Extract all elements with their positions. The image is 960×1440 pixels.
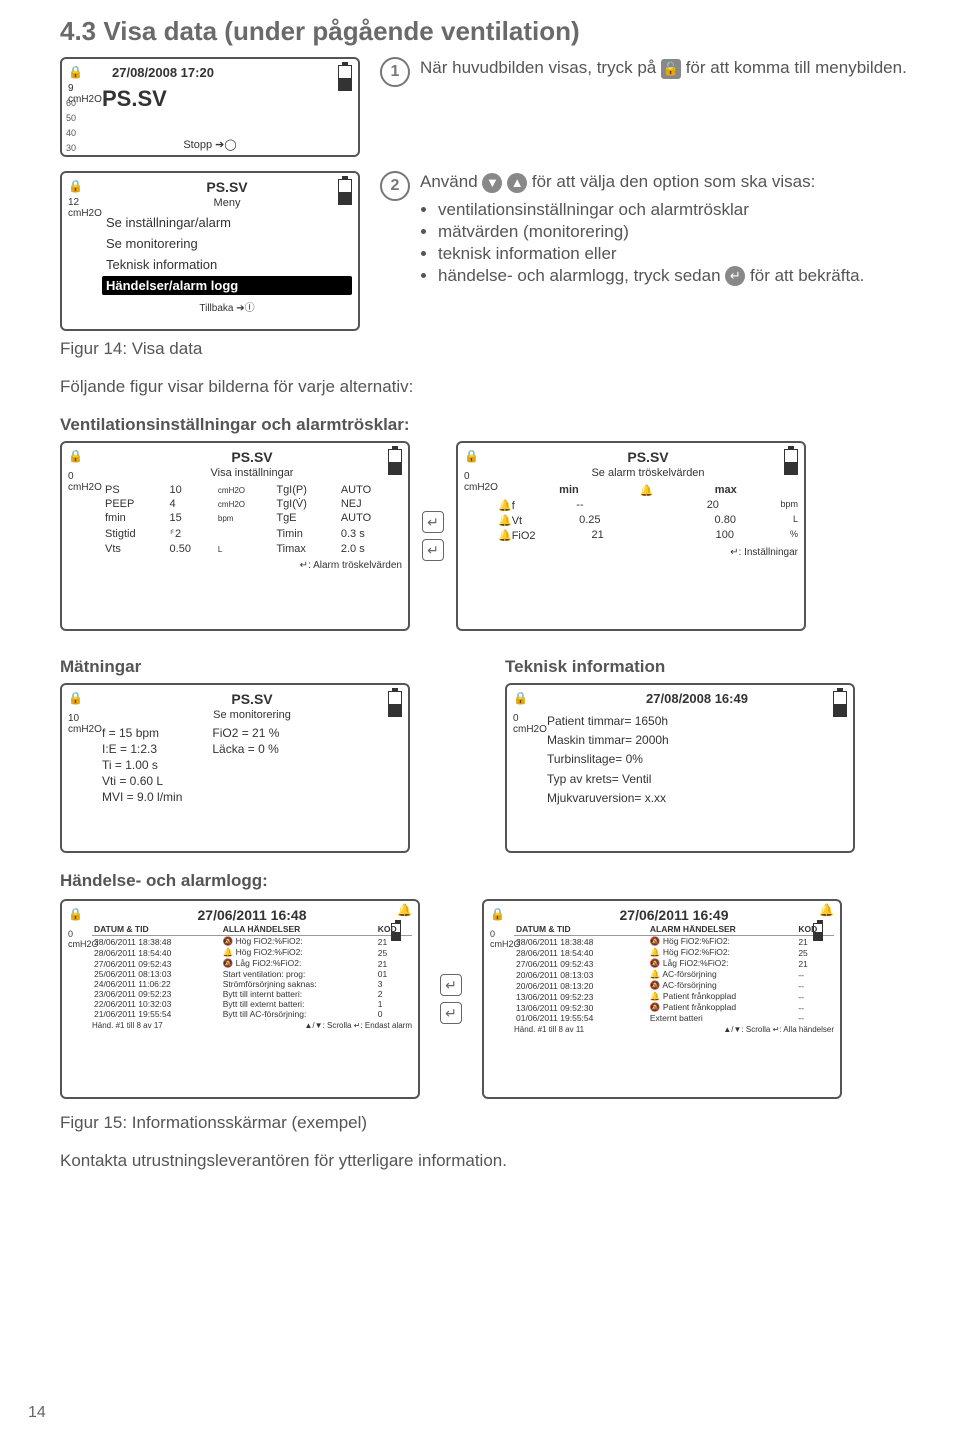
device-log-all: 🔒 🔔 27/06/2011 16:48 0 cmH2O DATUM & TID… (60, 899, 420, 1099)
battery-icon (784, 449, 798, 475)
alt-caption: Följande figur visar bilderna för varje … (60, 377, 930, 397)
intro-text: När huvudbilden visas, tryck på 🔓 för at… (420, 57, 907, 80)
figure-15-caption: Figur 15: Informationsskärmar (exempel) (60, 1113, 930, 1133)
page-number: 14 (28, 1404, 46, 1422)
device-log-alarm: 🔒 🔔 27/06/2011 16:49 0 cmH2O DATUM & TID… (482, 899, 842, 1099)
log-alarm-table: DATUM & TIDALARM HÄNDELSERKOD 28/06/2011… (514, 923, 834, 1023)
battery-icon (833, 691, 847, 717)
closing-text: Kontakta utrustningsleverantören för ytt… (60, 1151, 930, 1171)
measurements-heading: Mätningar (60, 657, 485, 677)
lock-icon: 🔒 (68, 449, 83, 463)
up-icon[interactable]: ▲ (507, 173, 527, 193)
menu-item[interactable]: Teknisk information (102, 255, 352, 274)
step-2-badge: 2 (380, 171, 410, 201)
unlock-icon[interactable]: 🔓 (661, 59, 681, 79)
step2-text: Använd ▼ ▲ för att välja den option som … (420, 171, 930, 194)
enter-icon[interactable]: ↵ (725, 266, 745, 286)
back-label[interactable]: Tillbaka (199, 303, 233, 314)
battery-icon (388, 449, 402, 475)
log-all-datetime: 27/06/2011 16:48 (92, 907, 412, 923)
lock-icon: 🔒 (68, 179, 83, 193)
battery-icon (338, 179, 352, 205)
tech-datetime: 27/08/2008 16:49 (547, 691, 847, 706)
big-mode: PS.SV (102, 86, 352, 112)
down-icon[interactable]: ▼ (482, 173, 502, 193)
menu-item-selected[interactable]: Händelser/alarm logg (102, 276, 352, 295)
tech-heading: Teknisk information (505, 657, 930, 677)
datetime: 27/08/2008 17:20 (112, 65, 352, 80)
lock-icon: 🔒 (513, 691, 528, 705)
menu-item[interactable]: Se inställningar/alarm (102, 213, 352, 232)
lock-icon: 🔒 (490, 907, 505, 921)
nav-side-buttons[interactable]: ↵↵ (422, 511, 444, 561)
log-heading: Händelse- och alarmlogg: (60, 871, 930, 891)
pressure-unit: cmH2O (68, 94, 102, 105)
device-vent-settings: 🔒 PS.SV Visa inställningar 0 cmH2O PS10c… (60, 441, 410, 631)
step2-bullets: ventilationsinställningar och alarmtrösk… (420, 200, 930, 287)
section-heading: 4.3 Visa data (under pågående ventilatio… (60, 16, 930, 47)
log-alarm-datetime: 27/06/2011 16:49 (514, 907, 834, 923)
vent-heading: Ventilationsinställningar och alarmtrösk… (60, 415, 930, 435)
lock-icon: 🔒 (68, 65, 83, 79)
lock-icon: 🔒 (464, 449, 479, 463)
battery-icon (338, 65, 352, 91)
battery-icon (388, 691, 402, 717)
device-measurements: 🔒 PS.SV Se monitorering 10 cmH2O f = 15 … (60, 683, 410, 853)
settings-table: PS10cmH2OTgI(P)AUTO PEEP4cmH2OTgI(V̇)NEJ… (102, 483, 402, 556)
pressure-value: 9 (68, 83, 102, 94)
log-all-table: DATUM & TIDALLA HÄNDELSERKOD 28/06/2011 … (92, 923, 412, 1019)
lock-icon: 🔒 (68, 907, 83, 921)
stop-label: Stopp (183, 139, 212, 151)
figure-14-caption: Figur 14: Visa data (60, 339, 360, 359)
device-main-screen: 🔒 60 50 40 30 27/08/2008 17:20 PS.SV 9 c… (60, 57, 360, 157)
menu-item[interactable]: Se monitorering (102, 234, 352, 253)
lock-icon: 🔒 (68, 691, 83, 705)
nav-side-buttons[interactable]: ↵↵ (440, 899, 462, 1099)
device-tech-info: 🔒 27/08/2008 16:49 0 cmH2O Patient timma… (505, 683, 855, 853)
device-menu-screen: 🔒 12 cmH2O PS.SV Meny Se inställningar/a… (60, 171, 360, 331)
device-alarm-thresholds: 🔒 PS.SV Se alarm tröskelvärden 0 cmH2O m… (456, 441, 806, 631)
step-1-badge: 1 (380, 57, 410, 87)
